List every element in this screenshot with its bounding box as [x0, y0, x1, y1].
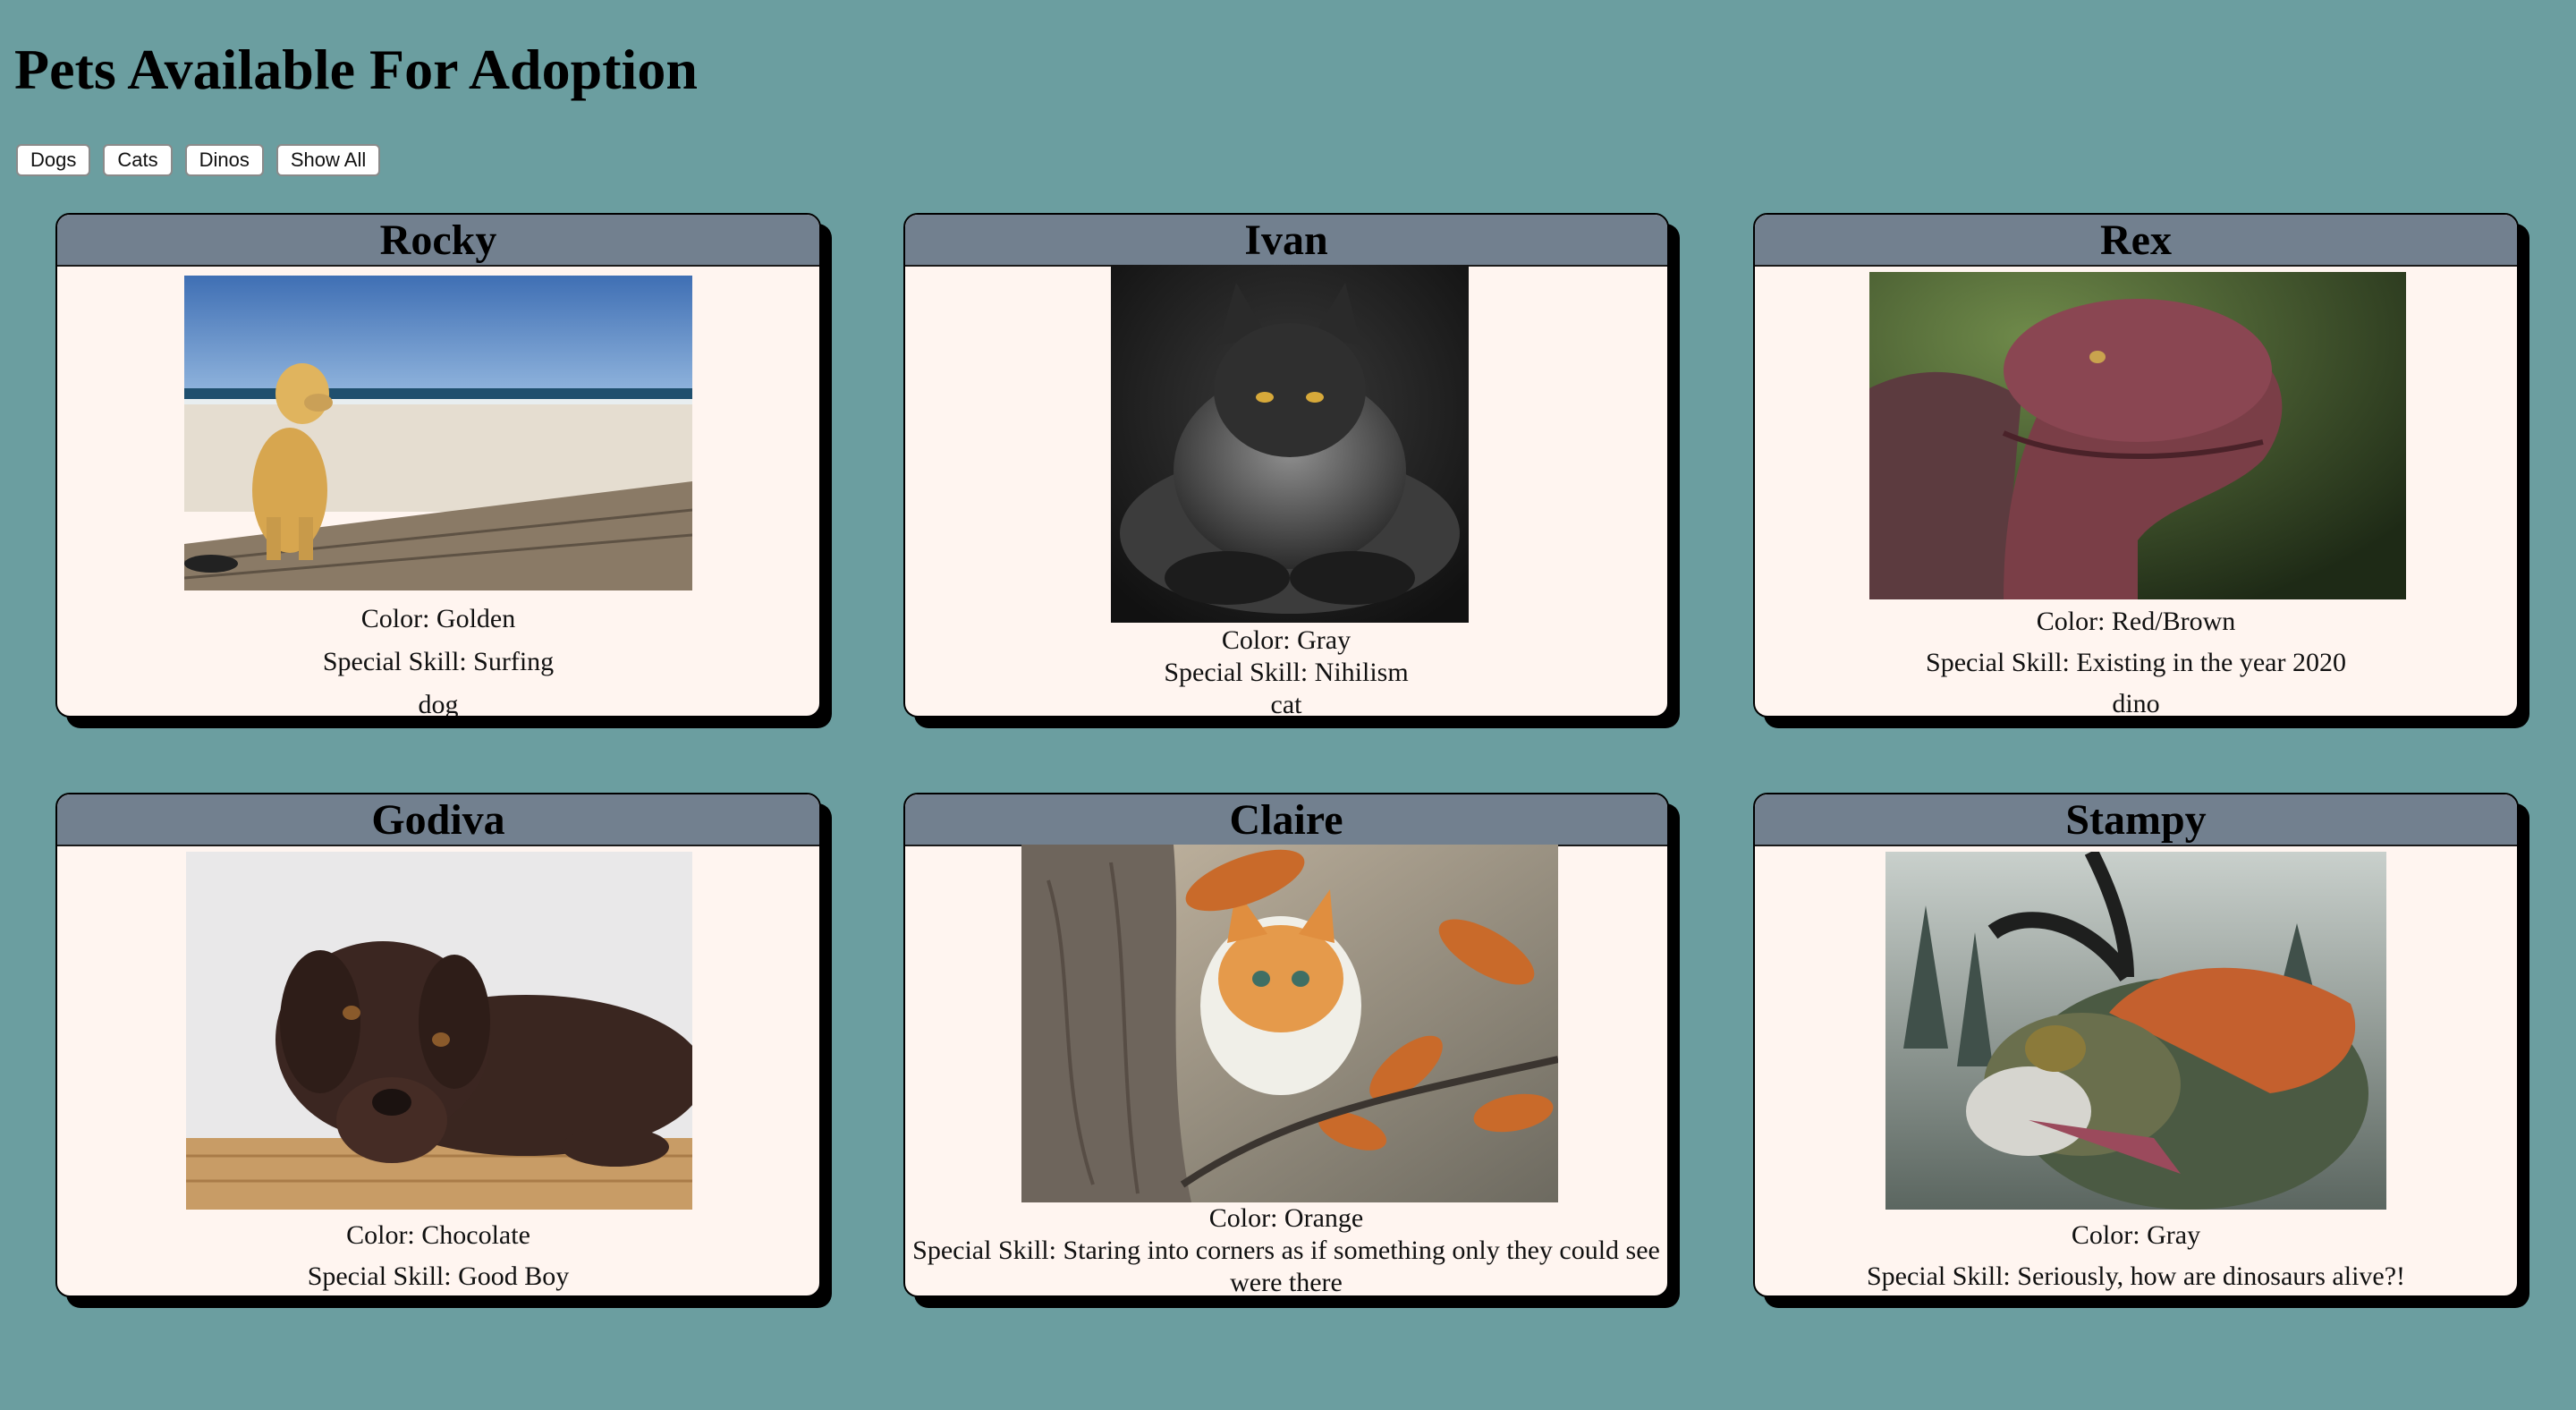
pet-name: Ivan [905, 215, 1667, 267]
pet-details: Color: Gray Special Skill: Seriously, ho… [1755, 1215, 2517, 1295]
pet-color: Color: Orange [1208, 1203, 1364, 1233]
pet-card-rocky: Rocky Color: Golden Special Skill: Surfi… [55, 213, 821, 718]
pet-card-claire: Claire Color: Orange Special Skill: Star… [903, 793, 1669, 1297]
pet-skill: Special Skill: Nihilism [1164, 658, 1409, 687]
pet-card-godiva: Godiva Color: Chocolate Special Skill: G… [55, 793, 821, 1297]
pet-photo-orange-cat [1021, 845, 1558, 1202]
pet-type: dog [418, 690, 459, 718]
pet-color: Color: Chocolate [346, 1220, 530, 1250]
pet-photo-horned-dinosaur [1885, 852, 2386, 1210]
pet-details: Color: Golden Special Skill: Surfing dog [57, 598, 819, 718]
pet-skill: Special Skill: Surfing [322, 647, 555, 676]
pet-details: Color: Red/Brown Special Skill: Existing… [1755, 601, 2517, 718]
pet-photo-chocolate-labrador [186, 852, 692, 1210]
pet-details: Color: Chocolate Special Skill: Good Boy… [57, 1215, 819, 1295]
pet-details: Color: Orange Special Skill: Staring int… [905, 1202, 1667, 1297]
pet-name: Rocky [57, 215, 819, 267]
pet-name: Godiva [57, 794, 819, 846]
pet-color: Color: Golden [360, 604, 516, 633]
pet-card-rex: Rex Color: Red/Brown Special Skill: Exis… [1753, 213, 2519, 718]
pet-card-ivan: Ivan Color: Gray Special Skill: Nihilism… [903, 213, 1669, 718]
filter-bar: Dogs Cats Dinos Show All [16, 144, 381, 176]
page-title: Pets Available For Adoption [14, 38, 698, 101]
pet-photo-gray-cat [1111, 265, 1469, 623]
pet-name: Claire [905, 794, 1667, 846]
filter-cats-button[interactable]: Cats [103, 144, 173, 176]
filter-dogs-button[interactable]: Dogs [16, 144, 91, 176]
pet-photo-t-rex [1869, 272, 2406, 599]
pet-name: Rex [1755, 215, 2517, 267]
pet-type: dino [2112, 689, 2160, 718]
pet-name: Stampy [1755, 794, 2517, 846]
pet-skill: Special Skill: Existing in the year 2020 [1926, 648, 2346, 677]
pet-type: cat [1270, 690, 1302, 718]
pet-card-stampy: Stampy Color: Gray Special Skill: Seriou… [1753, 793, 2519, 1297]
filter-dinos-button[interactable]: Dinos [184, 144, 264, 176]
pet-skill: Special Skill: Good Boy [307, 1261, 570, 1291]
pet-color: Color: Gray [1221, 625, 1352, 655]
pet-photo-golden-retriever [184, 276, 692, 590]
pet-color: Color: Red/Brown [2036, 607, 2236, 636]
pet-color: Color: Gray [2071, 1220, 2201, 1250]
pet-details: Color: Gray Special Skill: Nihilism cat [905, 624, 1667, 718]
pet-skill: Special Skill: Seriously, how are dinosa… [1866, 1261, 2406, 1291]
pet-skill: Special Skill: Staring into corners as i… [912, 1236, 1660, 1297]
show-all-button[interactable]: Show All [275, 144, 381, 176]
